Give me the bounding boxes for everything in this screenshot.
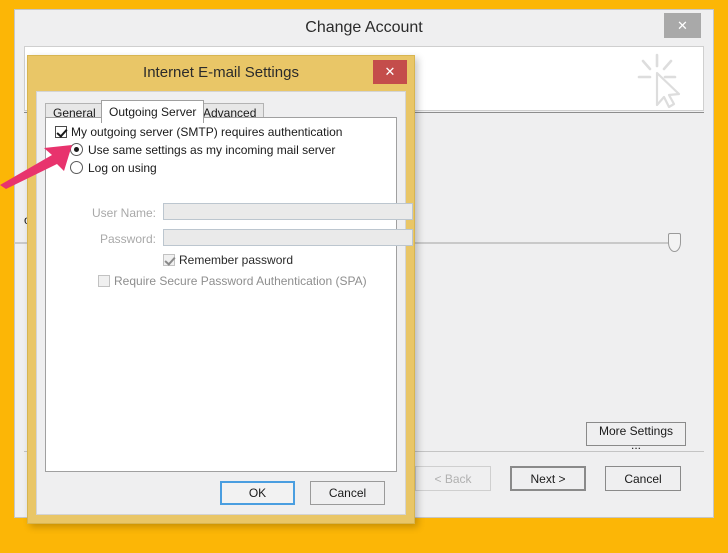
spa-label: Require Secure Password Authentication (…	[114, 274, 367, 288]
next-button[interactable]: Next >	[510, 466, 586, 491]
change-account-title: Change Account	[305, 19, 423, 36]
password-label: Password:	[99, 232, 156, 246]
remember-password-label: Remember password	[179, 253, 294, 267]
offline-slider-thumb[interactable]	[668, 233, 681, 252]
close-icon[interactable]: ✕	[664, 13, 701, 38]
spa-checkbox[interactable]	[98, 275, 110, 287]
log-on-using-label: Log on using	[88, 161, 157, 175]
smtp-auth-checkbox-row[interactable]: My outgoing server (SMTP) requires authe…	[55, 125, 342, 139]
more-settings-button[interactable]: More Settings ...	[586, 422, 686, 452]
tab-outgoing-server[interactable]: Outgoing Server	[101, 100, 205, 123]
spa-row[interactable]: Require Secure Password Authentication (…	[98, 274, 367, 288]
smtp-auth-label: My outgoing server (SMTP) requires authe…	[71, 125, 343, 139]
use-same-settings-row[interactable]: Use same settings as my incoming mail se…	[70, 143, 335, 157]
close-icon[interactable]: ✕	[373, 60, 407, 84]
email-settings-titlebar: Internet E-mail Settings ✕	[28, 56, 414, 91]
change-account-titlebar: Change Account ✕	[15, 10, 713, 46]
back-button[interactable]: < Back	[415, 466, 491, 491]
user-name-label: User Name:	[91, 206, 156, 220]
user-name-input[interactable]	[163, 203, 413, 220]
email-settings-title: Internet E-mail Settings	[143, 64, 299, 81]
password-input[interactable]	[163, 229, 413, 246]
remember-password-row[interactable]: Remember password	[163, 253, 293, 267]
internet-email-settings-dialog: Internet E-mail Settings ✕ General Outgo…	[27, 55, 415, 524]
email-settings-body: General Outgoing Server Advanced My outg…	[36, 91, 413, 515]
log-on-using-row[interactable]: Log on using	[70, 161, 157, 175]
log-on-using-radio[interactable]	[70, 161, 83, 174]
remember-password-checkbox[interactable]	[163, 254, 175, 266]
use-same-settings-label: Use same settings as my incoming mail se…	[88, 143, 336, 157]
use-same-settings-radio[interactable]	[70, 143, 83, 156]
smtp-auth-checkbox[interactable]	[55, 126, 67, 138]
outgoing-server-panel: My outgoing server (SMTP) requires authe…	[45, 117, 413, 472]
wizard-nav-buttons: < Back Next > Cancel	[400, 452, 690, 508]
cancel-button[interactable]: Cancel	[605, 466, 681, 491]
ok-button[interactable]: OK	[220, 481, 295, 505]
dialog-cancel-button[interactable]: Cancel	[310, 481, 385, 505]
click-cursor-icon	[637, 53, 681, 109]
